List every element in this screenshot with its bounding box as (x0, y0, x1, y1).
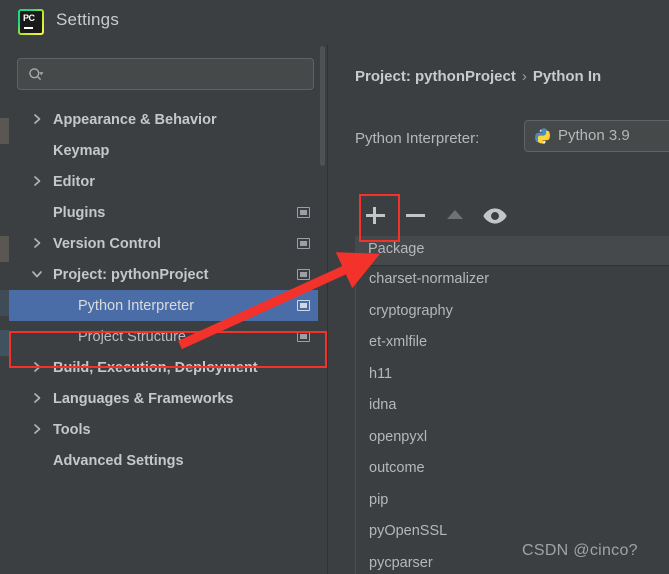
package-name: pycparser (369, 554, 433, 571)
package-name: pyOpenSSL (369, 523, 448, 539)
chevron-right-icon[interactable] (31, 175, 43, 187)
chevron-right-icon[interactable] (31, 423, 43, 435)
background-strip-segment (0, 290, 9, 316)
package-name: pip (369, 491, 389, 508)
table-row[interactable]: charset-normalizer (356, 266, 669, 298)
breadcrumb: Project: pythonProject › Python In (355, 68, 601, 85)
packages-table-body: charset-normalizer cryptography et-xmlfile… (355, 266, 669, 574)
sidebar-item-python-interpreter[interactable]: Python Interpreter (9, 290, 327, 321)
background-ide-strip (0, 0, 9, 574)
breadcrumb-separator-icon: › (521, 68, 527, 85)
sidebar-item-label: Python Interpreter (78, 297, 195, 314)
sidebar-item-advanced-settings[interactable]: Advanced Settings (9, 445, 327, 476)
table-row[interactable]: openpyxl (356, 424, 669, 456)
watermark: CSDN @cinco? (522, 542, 638, 559)
window-title: Settings (56, 10, 120, 29)
upgrade-package-button[interactable] (435, 194, 475, 236)
sidebar-item-label: Keymap (53, 142, 110, 159)
column-header-package[interactable]: Package (368, 241, 424, 257)
table-row[interactable]: idna (356, 392, 669, 424)
interpreter-label: Python Interpreter: (355, 130, 480, 147)
settings-window: PC Settings Appearance & Behavior Keymap E… (9, 0, 669, 574)
sidebar-item-project-pythonproject[interactable]: Project: pythonProject (9, 259, 327, 290)
triangle-up-icon (447, 210, 463, 219)
sidebar-item-label: Version Control (53, 235, 161, 252)
package-name: h11 (369, 365, 393, 382)
chevron-right-icon[interactable] (31, 361, 43, 373)
interpreter-dropdown[interactable]: Python 3.9 (524, 120, 669, 152)
title-bar: PC Settings (9, 0, 669, 44)
sidebar-item-label: Languages & Frameworks (53, 390, 234, 407)
interpreter-value: Python 3.9 (558, 127, 630, 144)
python-logo-icon (535, 128, 550, 144)
package-name: outcome (369, 460, 425, 476)
sidebar-item-label: Appearance & Behavior (53, 111, 217, 128)
package-name: idna (369, 397, 397, 413)
package-name: et-xmlfile (369, 334, 428, 350)
sidebar-item-label: Project: pythonProject (53, 266, 209, 283)
table-row[interactable]: pip (356, 487, 669, 519)
sidebar-item-keymap[interactable]: Keymap (9, 135, 327, 166)
breadcrumb-root[interactable]: Project: pythonProject (355, 68, 516, 85)
sidebar-item-build-execution-deployment[interactable]: Build, Execution, Deployment (9, 352, 327, 383)
settings-tree: Appearance & Behavior Keymap Editor Plugins… (9, 104, 327, 476)
table-row[interactable]: h11 (356, 361, 669, 393)
package-name: charset-normalizer (369, 271, 490, 287)
background-strip-segment (0, 330, 9, 356)
table-row[interactable]: outcome (356, 455, 669, 487)
sidebar-scrollbar[interactable] (318, 44, 327, 574)
pycharm-logo-icon: PC (18, 9, 44, 35)
search-field[interactable] (17, 58, 314, 91)
interpreter-panel: Project: pythonProject › Python In Python … (328, 44, 669, 574)
settings-dialog-screenshot: PC Settings Appearance & Behavior Keymap E… (0, 0, 669, 574)
chevron-down-icon[interactable] (31, 268, 43, 280)
remove-package-button[interactable] (395, 194, 435, 236)
chevron-right-icon[interactable] (31, 113, 43, 125)
sidebar-item-label: Tools (53, 421, 91, 438)
add-package-button[interactable] (355, 194, 395, 236)
sidebar-item-plugins[interactable]: Plugins (9, 197, 327, 228)
sidebar-item-project-structure[interactable]: Project Structure (9, 321, 327, 352)
project-scope-icon (297, 238, 310, 249)
package-name: cryptography (369, 302, 453, 319)
sidebar-item-appearance-behavior[interactable]: Appearance & Behavior (9, 104, 327, 135)
sidebar-scrollbar-thumb[interactable] (320, 46, 325, 166)
project-scope-icon (297, 331, 310, 342)
chevron-right-icon[interactable] (31, 392, 43, 404)
project-scope-icon (297, 207, 310, 218)
sidebar-item-label: Editor (53, 173, 95, 190)
sidebar-item-label: Advanced Settings (53, 452, 184, 469)
breadcrumb-current: Python In (532, 68, 602, 85)
background-strip-segment (0, 236, 9, 262)
sidebar-item-version-control[interactable]: Version Control (9, 228, 327, 259)
table-row[interactable]: et-xmlfile (356, 329, 669, 361)
sidebar-item-label: Project Structure (78, 328, 186, 345)
sidebar-item-editor[interactable]: Editor (9, 166, 327, 197)
sidebar-item-label: Build, Execution, Deployment (53, 359, 258, 376)
packages-toolbar (355, 194, 669, 236)
background-strip-segment (0, 118, 9, 144)
package-name: openpyxl (369, 428, 428, 445)
project-scope-icon (297, 300, 310, 311)
sidebar-item-label: Plugins (53, 204, 106, 221)
chevron-right-icon[interactable] (31, 237, 43, 249)
search-input[interactable] (54, 59, 308, 91)
project-scope-icon (297, 269, 310, 280)
eye-icon (483, 208, 507, 224)
search-icon (29, 68, 44, 81)
show-early-releases-button[interactable] (475, 194, 515, 236)
sidebar-item-languages-frameworks[interactable]: Languages & Frameworks (9, 383, 327, 414)
packages-table-header: Package (355, 236, 669, 266)
table-row[interactable]: cryptography (356, 298, 669, 330)
sidebar-item-tools[interactable]: Tools (9, 414, 327, 445)
settings-sidebar: Appearance & Behavior Keymap Editor Plugins… (9, 44, 327, 574)
